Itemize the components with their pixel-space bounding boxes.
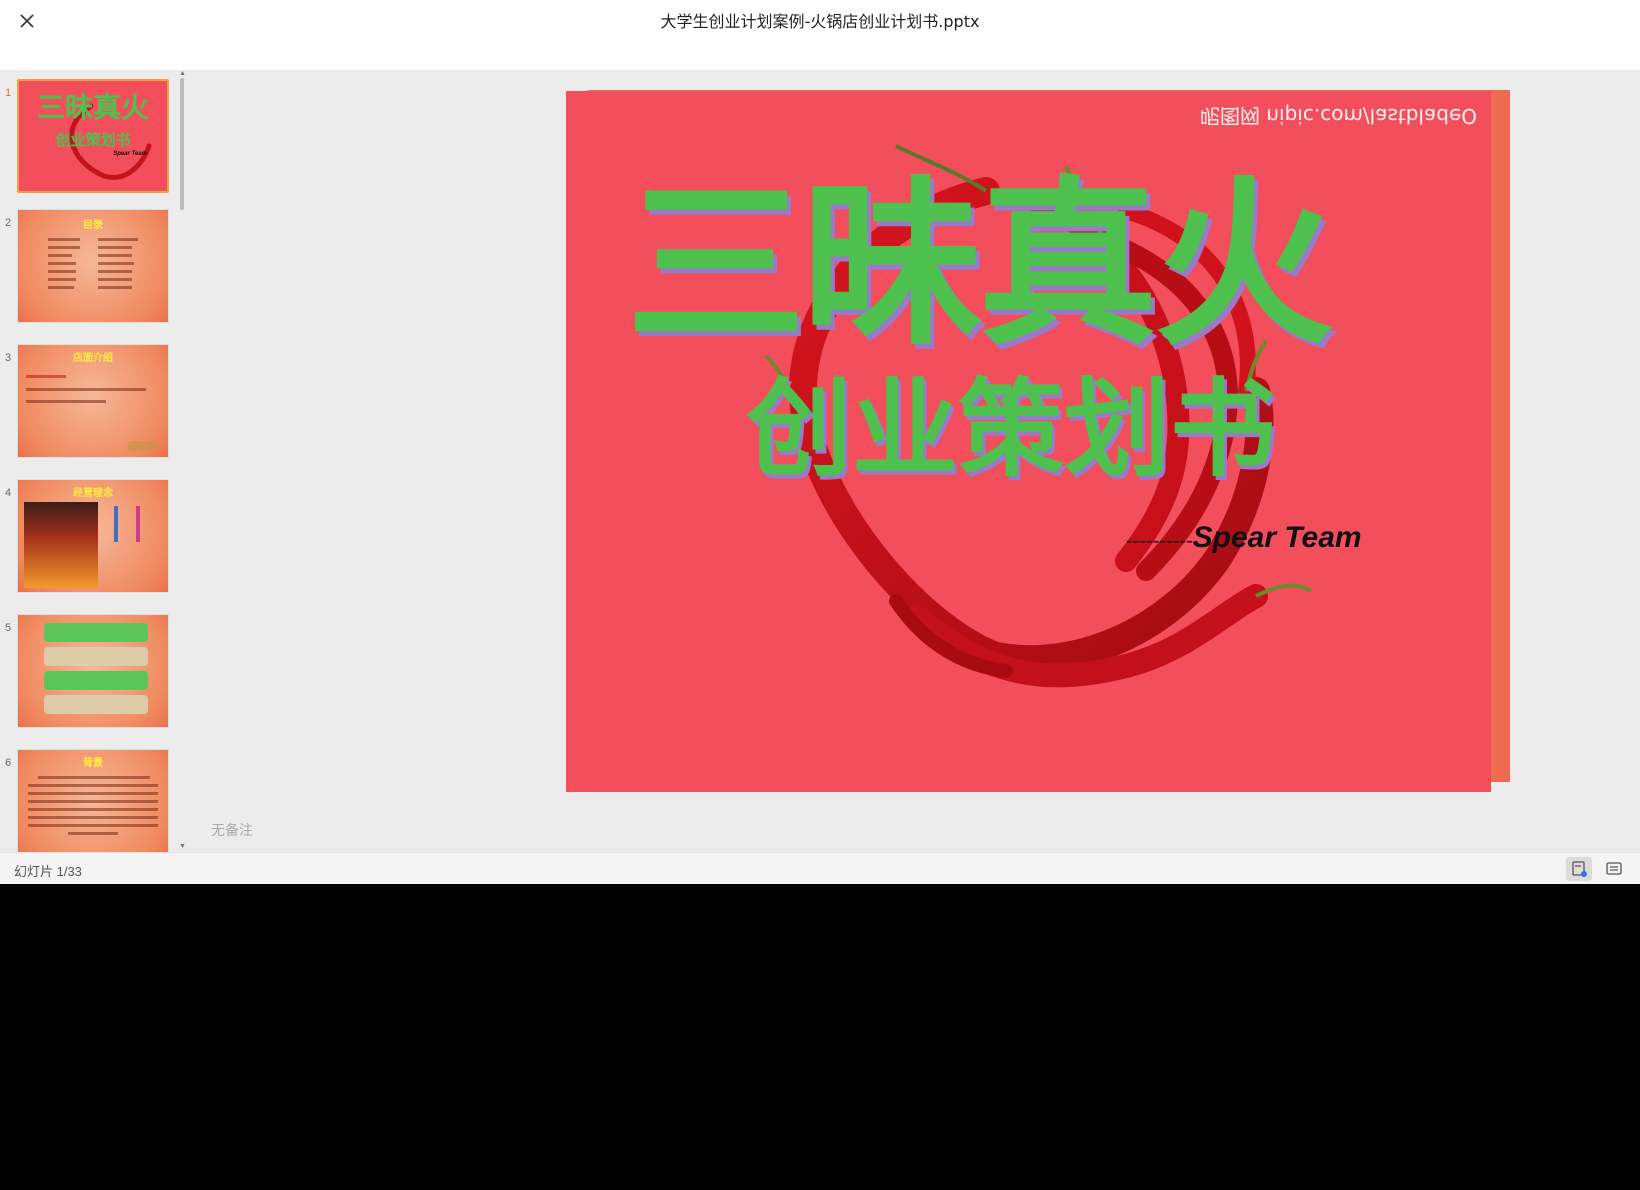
thumbnail-title: 背景 bbox=[83, 758, 103, 769]
thumbnail-item[interactable]: 2 目录 bbox=[0, 209, 178, 329]
thumbnail-scrollbar[interactable]: ▲ ▼ bbox=[178, 70, 186, 852]
thumbnail-item[interactable]: 4 经营理念 bbox=[0, 479, 178, 599]
presentation-viewer: 大学生创业计划案例-火锅店创业计划书.pptx 1 三昧真火 创业策划书 Spe… bbox=[0, 0, 1640, 884]
thumbnail-slide[interactable]: 经营理念 bbox=[17, 479, 169, 593]
thumbnail-number: 4 bbox=[5, 487, 12, 499]
window-title: 大学生创业计划案例-火锅店创业计划书.pptx bbox=[660, 12, 980, 31]
main-area: 1 三昧真火 创业策划书 Spear Team 2 目录 3 店面介绍 4 经营… bbox=[0, 70, 1640, 852]
top-bar: 大学生创业计划案例-火锅店创业计划书.pptx bbox=[0, 0, 1640, 70]
status-bar: 幻灯片 1/33 bbox=[0, 852, 1640, 884]
slide-team-line: ----------Spear Team bbox=[1126, 521, 1362, 555]
scroll-down-icon[interactable]: ▼ bbox=[179, 843, 186, 850]
slide-counter: 幻灯片 1/33 bbox=[14, 864, 82, 879]
thumbnail-item[interactable]: 6 背景 bbox=[0, 749, 178, 852]
scroll-up-icon[interactable]: ▲ bbox=[179, 70, 186, 77]
thumbnail-title: 经营理念 bbox=[73, 488, 113, 499]
thumbnail-number: 2 bbox=[5, 217, 12, 229]
thumbnail-slide[interactable]: 店面介绍 bbox=[17, 344, 169, 458]
thumbnail-number: 3 bbox=[5, 352, 12, 364]
thumbnail-item[interactable]: 5 bbox=[0, 614, 178, 734]
notes-view-button[interactable] bbox=[1566, 857, 1592, 881]
thumbnail-slide[interactable]: 三昧真火 创业策划书 Spear Team bbox=[17, 79, 169, 193]
slide-stage: 呢图网 nipic.com/lastbladeO 三昧真火 创业策划书 ----… bbox=[186, 70, 1640, 852]
slide-team: Spear Team bbox=[1192, 521, 1362, 554]
slide-thumbnail-panel: 1 三昧真火 创业策划书 Spear Team 2 目录 3 店面介绍 4 经营… bbox=[0, 70, 186, 852]
notes-placeholder[interactable]: 无备注 bbox=[211, 820, 253, 840]
slide-title: 三昧真火 bbox=[626, 161, 1334, 370]
scrollbar-thumb[interactable] bbox=[180, 78, 184, 210]
slide-subtitle: 创业策划书 bbox=[746, 368, 1276, 491]
slide-dashes: ---------- bbox=[1126, 530, 1193, 552]
thumbnail-title: 店面介绍 bbox=[73, 353, 113, 364]
slide-watermark: 呢图网 nipic.com/lastbladeO bbox=[1200, 104, 1477, 128]
thumbnail-number: 6 bbox=[5, 757, 12, 769]
thumbnail-number: 1 bbox=[5, 87, 12, 99]
thumbnail-team: Spear Team bbox=[113, 151, 147, 157]
thumbnail-slide[interactable] bbox=[17, 614, 169, 728]
thumbnail-title: 目录 bbox=[83, 220, 103, 231]
keyboard-view-button[interactable] bbox=[1601, 857, 1627, 881]
notes-view-icon bbox=[1572, 861, 1587, 877]
keyboard-icon bbox=[1606, 862, 1622, 875]
current-slide[interactable]: 呢图网 nipic.com/lastbladeO 三昧真火 创业策划书 ----… bbox=[566, 91, 1491, 792]
thumbnail-subtitle: 创业策划书 bbox=[55, 131, 131, 149]
thumbnail-slide[interactable]: 目录 bbox=[17, 209, 169, 323]
thumbnail-item[interactable]: 1 三昧真火 创业策划书 Spear Team bbox=[0, 79, 178, 199]
thumbnail-slide[interactable]: 背景 bbox=[17, 749, 169, 852]
thumbnail-item[interactable]: 3 店面介绍 bbox=[0, 344, 178, 464]
thumbnail-number: 5 bbox=[5, 622, 12, 634]
thumbnail-title: 三昧真火 bbox=[36, 91, 149, 124]
